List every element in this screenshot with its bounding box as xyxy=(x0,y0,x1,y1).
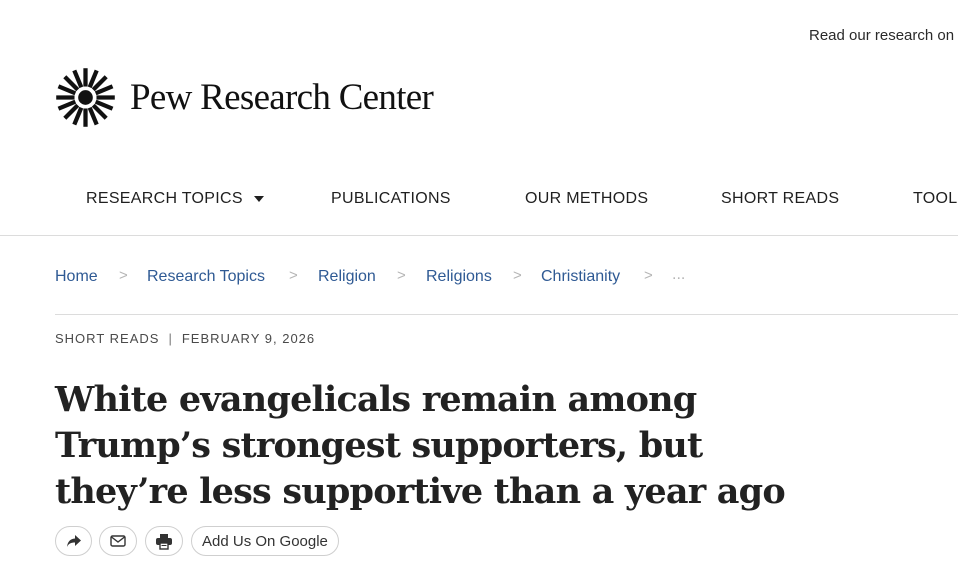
brand-logo[interactable]: Pew Research Center xyxy=(55,67,434,128)
headline-line: White evangelicals remain among xyxy=(55,379,697,420)
breadcrumb-divider xyxy=(55,314,958,315)
kicker-separator: | xyxy=(168,331,173,346)
add-on-google-button[interactable]: Add Us On Google xyxy=(191,526,339,556)
pew-sunburst-logo-icon xyxy=(56,68,115,127)
nav-short-reads[interactable]: SHORT READS xyxy=(721,190,839,208)
nav-label: SHORT READS xyxy=(721,190,840,207)
add-on-google-label: Add Us On Google xyxy=(202,532,328,550)
print-icon xyxy=(156,533,172,550)
nav-label: RESEARCH TOPICS xyxy=(86,190,243,207)
article-kicker: SHORT READS | FEBRUARY 9, 2026 xyxy=(55,331,315,346)
breadcrumb-research-topics[interactable]: Research Topics xyxy=(147,268,265,286)
share-icon xyxy=(66,535,81,547)
email-button[interactable] xyxy=(99,526,137,556)
breadcrumb-christianity[interactable]: Christianity xyxy=(541,268,620,286)
breadcrumb-home[interactable]: Home xyxy=(55,268,98,286)
caret-down-icon xyxy=(253,196,264,202)
nav-label: PUBLICATIONS xyxy=(331,190,451,207)
nav-publications[interactable]: PUBLICATIONS xyxy=(331,190,451,208)
nav-label: TOOLS xyxy=(913,190,958,207)
brand-name: Pew Research Center xyxy=(130,77,434,118)
nav-research-topics[interactable]: RESEARCH TOPICS xyxy=(86,190,264,208)
nav-our-methods[interactable]: OUR METHODS xyxy=(525,190,648,208)
nav-label: OUR METHODS xyxy=(525,190,649,207)
breadcrumb-religions[interactable]: Religions xyxy=(426,268,492,286)
print-button[interactable] xyxy=(145,526,183,556)
headline-line: they’re less supportive than a year ago xyxy=(55,471,786,512)
breadcrumb-separator: > xyxy=(513,267,522,284)
headline-line: Trump’s strongest supporters, but xyxy=(55,425,703,466)
breadcrumb-separator: > xyxy=(644,267,653,284)
breadcrumb-more[interactable]: ... xyxy=(672,266,685,284)
article-date: FEBRUARY 9, 2026 xyxy=(181,331,316,346)
main-nav: RESEARCH TOPICS PUBLICATIONS OUR METHODS… xyxy=(0,190,958,214)
article-section[interactable]: SHORT READS xyxy=(55,331,159,346)
breadcrumb-separator: > xyxy=(397,267,406,284)
email-icon xyxy=(110,535,126,547)
breadcrumb-religion[interactable]: Religion xyxy=(318,268,376,286)
breadcrumb-separator: > xyxy=(119,267,128,284)
share-button[interactable] xyxy=(55,526,92,556)
nav-tools[interactable]: TOOLS xyxy=(913,190,958,208)
research-link[interactable]: Read our research on xyxy=(809,27,954,44)
nav-divider xyxy=(0,235,958,236)
article-headline: White evangelicals remain among Trump’s … xyxy=(55,377,935,515)
breadcrumb-separator: > xyxy=(289,267,298,284)
